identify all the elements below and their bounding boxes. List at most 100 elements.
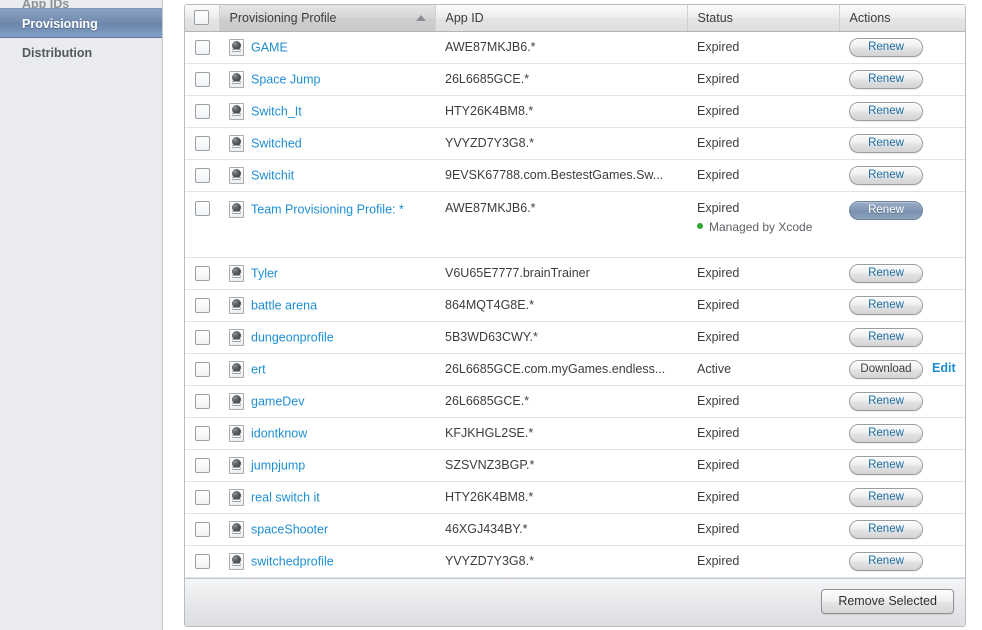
row-select-cell[interactable]: [185, 257, 219, 290]
provisioning-profile-icon: [229, 328, 244, 346]
table-row: jumpjump SZSVNZ3BGP.* Expired Renew: [185, 449, 965, 482]
row-select-cell[interactable]: [185, 289, 219, 322]
column-header-status[interactable]: Status: [687, 5, 840, 32]
row-checkbox[interactable]: [194, 167, 210, 183]
row-checkbox[interactable]: [194, 39, 210, 55]
row-checkbox[interactable]: [194, 71, 210, 87]
row-select-cell[interactable]: [185, 353, 219, 386]
profile-name-link[interactable]: ert: [251, 362, 266, 376]
row-select-cell[interactable]: [185, 513, 219, 546]
row-checkbox[interactable]: [194, 457, 210, 473]
row-checkbox[interactable]: [194, 361, 210, 377]
profile-name-link[interactable]: battle arena: [251, 298, 317, 312]
row-select-cell[interactable]: [185, 95, 219, 128]
column-header-provisioning-profile[interactable]: Provisioning Profile: [219, 5, 436, 32]
row-select-cell[interactable]: [185, 63, 219, 96]
row-checkbox[interactable]: [194, 489, 210, 505]
row-select-cell[interactable]: [185, 31, 219, 64]
status-text: Expired: [697, 329, 740, 344]
table-row: ert 26L6685GCE.com.myGames.endless... Acti…: [185, 353, 965, 386]
row-select-cell[interactable]: [185, 545, 219, 578]
profile-name-link[interactable]: spaceShooter: [251, 522, 328, 536]
table-header-row: Provisioning Profile App ID Status Actio…: [185, 5, 965, 32]
profile-name-cell: Switched: [219, 127, 435, 160]
actions-cell: Renew: [839, 545, 965, 578]
profile-name-link[interactable]: gameDev: [251, 394, 305, 408]
profile-name-link[interactable]: GAME: [251, 40, 288, 54]
sidebar-item-provisioning[interactable]: Provisioning: [0, 8, 162, 38]
table-row: Switch_It HTY26K4BM8.* Expired Renew: [185, 95, 965, 128]
provisioning-profiles-table-panel: Provisioning Profile App ID Status Actio…: [184, 4, 966, 627]
row-checkbox[interactable]: [194, 135, 210, 151]
row-select-cell[interactable]: [185, 127, 219, 160]
column-header-select-all[interactable]: [185, 5, 220, 32]
profile-name-link[interactable]: real switch it: [251, 490, 320, 504]
profile-name-link[interactable]: jumpjump: [251, 458, 305, 472]
app-id-cell: HTY26K4BM8.*: [435, 481, 687, 514]
renew-button[interactable]: Renew: [849, 101, 923, 121]
row-select-cell[interactable]: [185, 385, 219, 418]
renew-button[interactable]: Renew: [849, 165, 923, 185]
row-checkbox[interactable]: [194, 553, 210, 569]
renew-button[interactable]: Renew: [849, 487, 923, 507]
renew-button[interactable]: Renew: [849, 263, 923, 283]
profile-name-link[interactable]: switchedprofile: [251, 554, 334, 568]
row-select-cell[interactable]: [185, 481, 219, 514]
provisioning-profiles-page: App IDs Provisioning Distribution Provisio…: [0, 0, 982, 630]
profile-name-link[interactable]: idontknow: [251, 426, 307, 440]
status-text: Expired: [697, 39, 740, 54]
profile-name-link[interactable]: Team Provisioning Profile: *: [251, 202, 404, 216]
row-checkbox[interactable]: [194, 425, 210, 441]
sidebar-item-app-ids[interactable]: App IDs: [0, 0, 162, 8]
row-select-cell[interactable]: [185, 159, 219, 192]
profile-name-cell: Space Jump: [219, 63, 435, 96]
profile-name-link[interactable]: Switched: [251, 136, 302, 150]
row-checkbox[interactable]: [194, 329, 210, 345]
select-all-checkbox[interactable]: [194, 10, 210, 26]
renew-button[interactable]: Renew: [849, 423, 923, 443]
row-checkbox[interactable]: [194, 265, 210, 281]
profile-name-link[interactable]: dungeonprofile: [251, 330, 334, 344]
edit-link[interactable]: Edit: [932, 361, 956, 375]
row-select-cell[interactable]: [185, 321, 219, 354]
row-checkbox[interactable]: [194, 521, 210, 537]
table-row: real switch it HTY26K4BM8.* Expired Renew: [185, 481, 965, 514]
app-id-cell: HTY26K4BM8.*: [435, 95, 687, 128]
profile-name-link[interactable]: Tyler: [251, 266, 278, 280]
profile-name-link[interactable]: Switch_It: [251, 104, 302, 118]
row-checkbox[interactable]: [194, 393, 210, 409]
table-row: Space Jump 26L6685GCE.* Expired Renew: [185, 63, 965, 96]
download-button[interactable]: Download: [849, 359, 923, 379]
renew-button[interactable]: Renew: [849, 69, 923, 89]
row-select-cell[interactable]: [185, 417, 219, 450]
status-cell: Expired: [687, 95, 839, 128]
row-checkbox[interactable]: [194, 103, 210, 119]
table-header: Provisioning Profile App ID Status Actio…: [185, 5, 965, 32]
renew-button[interactable]: Renew: [849, 327, 923, 347]
profile-name-link[interactable]: Switchit: [251, 168, 294, 182]
sidebar-item-distribution[interactable]: Distribution: [0, 38, 162, 68]
column-header-app-id[interactable]: App ID: [435, 5, 688, 32]
remove-selected-button[interactable]: Remove Selected: [821, 588, 954, 614]
row-select-cell[interactable]: [185, 449, 219, 482]
renew-button[interactable]: Renew: [849, 200, 923, 220]
status-text: Expired: [697, 167, 740, 182]
renew-button[interactable]: Renew: [849, 37, 923, 57]
app-id-cell: V6U65E7777.brainTrainer: [435, 257, 687, 290]
renew-button[interactable]: Renew: [849, 551, 923, 571]
row-select-cell[interactable]: [185, 191, 219, 258]
status-text: Expired: [697, 135, 740, 150]
row-checkbox[interactable]: [194, 200, 210, 216]
renew-button[interactable]: Renew: [849, 391, 923, 411]
profile-name-cell: Tyler: [219, 257, 435, 290]
status-text: Expired: [697, 425, 740, 440]
renew-button[interactable]: Renew: [849, 133, 923, 153]
renew-button[interactable]: Renew: [849, 519, 923, 539]
renew-button[interactable]: Renew: [849, 455, 923, 475]
renew-button[interactable]: Renew: [849, 295, 923, 315]
app-id-cell: AWE87MKJB6.*: [435, 191, 687, 258]
profile-name-link[interactable]: Space Jump: [251, 72, 320, 86]
table-body: GAME AWE87MKJB6.* Expired Renew Space Jump 26…: [185, 31, 965, 578]
row-checkbox[interactable]: [194, 297, 210, 313]
column-header-actions[interactable]: Actions: [839, 5, 965, 32]
